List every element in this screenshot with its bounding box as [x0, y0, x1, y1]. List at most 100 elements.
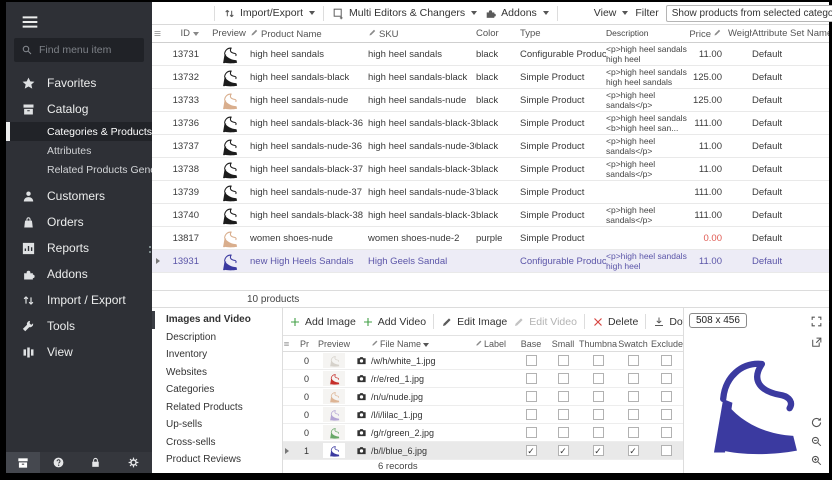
expander-column-header[interactable]: [152, 29, 164, 38]
media-row[interactable]: 0 /l/i/lilac_1.jpg: [283, 406, 683, 424]
swatch-checkbox[interactable]: [628, 355, 639, 366]
small-checkbox[interactable]: ✓: [558, 445, 569, 456]
base-checkbox[interactable]: [526, 373, 537, 384]
sidebar-item-categories-products[interactable]: Categories & Products: [6, 122, 152, 141]
thumbnail-checkbox[interactable]: [593, 355, 604, 366]
column-header-description[interactable]: Description: [606, 28, 688, 38]
media-row[interactable]: 0 /n/u/nude.jpg: [283, 388, 683, 406]
filter-select[interactable]: Show products from selected categories: [666, 5, 832, 22]
product-row[interactable]: 13739 high heel sandals-nude-37 high hee…: [152, 181, 829, 204]
help-button[interactable]: [40, 456, 77, 469]
sidebar-item-favorites[interactable]: Favorites: [6, 70, 152, 96]
sidebar-search[interactable]: [14, 38, 144, 62]
tab-inventory[interactable]: Inventory: [152, 346, 282, 364]
catalog-mode-button[interactable]: [6, 452, 40, 473]
lock-button[interactable]: [77, 456, 114, 469]
hamburger-menu-button[interactable]: [19, 11, 41, 33]
media-row[interactable]: 0 /r/e/red_1.jpg: [283, 370, 683, 388]
column-header-sku[interactable]: SKU: [368, 28, 476, 40]
small-checkbox[interactable]: [558, 409, 569, 420]
thumbnail-checkbox[interactable]: [593, 409, 604, 420]
swatch-checkbox[interactable]: [628, 373, 639, 384]
sidebar-item-catalog[interactable]: Catalog: [6, 96, 152, 122]
column-header-attribute-set[interactable]: Attribute Set Name: [752, 28, 829, 39]
exclude-checkbox[interactable]: [661, 409, 672, 420]
column-header-price[interactable]: Price: [688, 28, 728, 40]
zoom-out-icon[interactable]: [810, 435, 823, 448]
multi-editors-menu[interactable]: Multi Editors & Changers: [332, 7, 477, 20]
edit-video-button[interactable]: Edit Video: [513, 316, 577, 328]
exclude-checkbox[interactable]: [661, 355, 672, 366]
sidebar-item-orders[interactable]: Orders: [6, 209, 152, 235]
swatch-checkbox[interactable]: [628, 409, 639, 420]
rotate-icon[interactable]: [810, 416, 823, 429]
sidebar-item-attributes[interactable]: Attributes: [6, 141, 152, 160]
media-row[interactable]: 0 /w/h/white_1.jpg: [283, 352, 683, 370]
settings-button[interactable]: [115, 456, 152, 469]
exclude-checkbox[interactable]: [661, 427, 672, 438]
import-export-menu[interactable]: Import/Export: [223, 7, 315, 20]
product-row[interactable]: 13737 high heel sandals-nude-36 high hee…: [152, 135, 829, 158]
exclude-checkbox[interactable]: [661, 373, 672, 384]
delete-image-button[interactable]: Delete: [592, 316, 638, 328]
column-header-position[interactable]: Pr: [291, 339, 317, 349]
base-checkbox[interactable]: [526, 409, 537, 420]
base-checkbox[interactable]: ✓: [526, 445, 537, 456]
menu-search-input[interactable]: [39, 44, 137, 56]
product-row[interactable]: 13731 high heel sandals high heel sandal…: [152, 43, 829, 66]
sidebar-item-import-export[interactable]: Import / Export: [6, 287, 152, 313]
sidebar-item-related-products-generator[interactable]: Related Products Generator: [6, 160, 152, 179]
view-menu[interactable]: View: [594, 7, 629, 19]
tab-up-sells[interactable]: Up-sells: [152, 416, 282, 434]
tab-description[interactable]: Description: [152, 329, 282, 347]
base-checkbox[interactable]: [526, 391, 537, 402]
column-header-file-name[interactable]: File Name: [371, 339, 475, 349]
tab-images-and-video[interactable]: Images and Video: [152, 311, 282, 329]
thumbnail-checkbox[interactable]: [593, 373, 604, 384]
base-checkbox[interactable]: [526, 355, 537, 366]
sidebar-item-addons[interactable]: Addons: [6, 261, 152, 287]
product-row[interactable]: 13732 high heel sandals-black high heel …: [152, 66, 829, 89]
base-checkbox[interactable]: [526, 427, 537, 438]
column-header-label[interactable]: Label: [475, 339, 515, 349]
thumbnail-checkbox[interactable]: [593, 427, 604, 438]
product-row-selected[interactable]: 13931 new High Heels Sandals High Geels …: [152, 250, 829, 273]
column-header-name[interactable]: Product Name: [250, 28, 368, 40]
product-row[interactable]: 13736 high heel sandals-black-36 high he…: [152, 112, 829, 135]
column-header-exclude[interactable]: Exclude: [649, 339, 683, 349]
open-external-icon[interactable]: [810, 336, 823, 349]
column-header-id[interactable]: ID: [164, 28, 208, 39]
product-row[interactable]: 13733 high heel sandals-nude high heel s…: [152, 89, 829, 112]
product-row[interactable]: 13740 high heel sandals-black-38 high he…: [152, 204, 829, 227]
add-image-button[interactable]: Add Image: [289, 316, 356, 328]
sidebar-item-customers[interactable]: Customers: [6, 183, 152, 209]
small-checkbox[interactable]: [558, 355, 569, 366]
swatch-checkbox[interactable]: ✓: [628, 445, 639, 456]
thumbnail-checkbox[interactable]: ✓: [593, 445, 604, 456]
column-header-color[interactable]: Color: [476, 28, 520, 39]
media-row[interactable]: 0 /g/r/green_2.jpg: [283, 424, 683, 442]
media-row-selected[interactable]: 1 /b/l/blue_6.jpg ✓ ✓ ✓ ✓: [283, 442, 683, 460]
tab-product-reviews[interactable]: Product Reviews: [152, 451, 282, 469]
product-row[interactable]: 13817 women shoes-nude women shoes-nude-…: [152, 227, 829, 250]
zoom-in-icon[interactable]: [810, 454, 823, 467]
exclude-checkbox[interactable]: [661, 391, 672, 402]
column-header-weight[interactable]: Weight: [728, 28, 752, 39]
small-checkbox[interactable]: [558, 427, 569, 438]
column-header-preview[interactable]: Preview: [208, 28, 250, 39]
sidebar-item-tools[interactable]: Tools: [6, 313, 152, 339]
column-header-thumbnail[interactable]: Thumbna: [579, 339, 617, 349]
fit-screen-icon[interactable]: [810, 315, 823, 328]
swatch-checkbox[interactable]: [628, 427, 639, 438]
small-checkbox[interactable]: [558, 373, 569, 384]
small-checkbox[interactable]: [558, 391, 569, 402]
edit-image-button[interactable]: Edit Image: [441, 316, 507, 328]
column-header-preview[interactable]: Preview: [317, 339, 351, 349]
product-row[interactable]: 13738 high heel sandals-black-37 high he…: [152, 158, 829, 181]
column-header-base[interactable]: Base: [515, 339, 547, 349]
column-header-swatch[interactable]: Swatch: [617, 339, 649, 349]
thumbnail-checkbox[interactable]: [593, 391, 604, 402]
sidebar-item-view[interactable]: View: [6, 339, 152, 365]
exclude-checkbox[interactable]: [661, 445, 672, 456]
column-header-small[interactable]: Small: [547, 339, 579, 349]
